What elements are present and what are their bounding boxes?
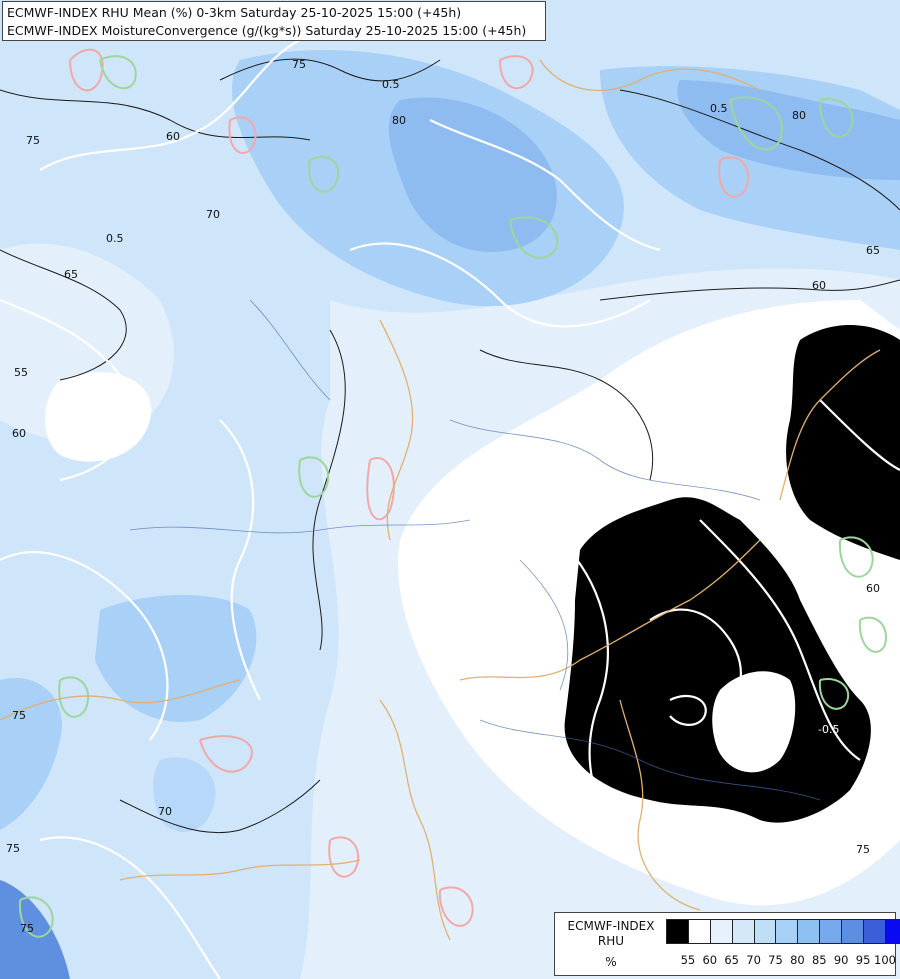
contour-label: 65: [866, 244, 880, 257]
legend-swatch: [754, 920, 777, 943]
color-legend: ECMWF-INDEX RHU % 55 60 65 70 75 80 85 90 95 100: [554, 912, 900, 976]
contour-label: 0.5: [106, 232, 124, 245]
contour-label: 65: [64, 268, 78, 281]
legend-label: ECMWF-INDEX RHU %: [559, 919, 663, 970]
legend-label-variable: RHU: [597, 934, 625, 948]
title-line-moisture-convergence: ECMWF-INDEX MoistureConvergence (g/(kg*s…: [7, 23, 527, 38]
legend-swatch: [776, 920, 799, 943]
legend-tick-label: 95: [855, 953, 871, 967]
legend-swatch: [710, 920, 733, 943]
legend-tick-label: 80: [790, 953, 805, 967]
contour-label: 75: [292, 58, 306, 71]
contour-label: 75: [26, 134, 40, 147]
legend-tick-label: 100: [874, 953, 896, 967]
contour-label: 80: [792, 109, 806, 122]
contour-label: 75: [856, 843, 870, 856]
contour-label: 80: [392, 114, 406, 127]
legend-swatch: [842, 920, 865, 943]
contour-label: 0.5: [382, 78, 400, 91]
contour-label: 75: [12, 709, 26, 722]
contour-label: 60: [166, 130, 180, 143]
legend-tick-label: 70: [746, 953, 761, 967]
legend-swatch: [667, 920, 689, 943]
legend-color-bar: [666, 919, 900, 944]
contour-label: 0.5: [710, 102, 728, 115]
contour-label: 70: [158, 805, 172, 818]
legend-swatch: [798, 920, 821, 943]
contour-label: 75: [20, 922, 34, 935]
contour-label: 55: [14, 366, 28, 379]
legend-tick-label: 75: [768, 953, 783, 967]
contour-label: -0.5: [818, 723, 839, 736]
map-title-box: ECMWF-INDEX RHU Mean (%) 0-3km Saturday …: [2, 1, 546, 41]
title-line-rhu: ECMWF-INDEX RHU Mean (%) 0-3km Saturday …: [7, 5, 462, 20]
legend-tick-label: 85: [811, 953, 827, 967]
weather-map: 75 0.5 80 60 75 70 0.5 65 60 65 80 0.5 55 60 60 -0.5 75 7…: [0, 0, 900, 979]
legend-label-source: ECMWF-INDEX: [567, 919, 655, 933]
legend-label-unit: %: [605, 955, 617, 969]
legend-swatch: [864, 920, 886, 943]
contour-label: 75: [6, 842, 20, 855]
legend-tick-label: 65: [724, 953, 740, 967]
legend-swatch: [885, 920, 900, 943]
contour-label: 60: [866, 582, 880, 595]
contour-label: 60: [12, 427, 26, 440]
legend-swatch: [820, 920, 843, 943]
legend-tick-label: 55: [680, 953, 696, 967]
legend-tick-label: 90: [833, 953, 849, 967]
legend-swatch: [732, 920, 755, 943]
contour-label: 70: [206, 208, 220, 221]
legend-swatch: [688, 920, 711, 943]
contour-label: 60: [812, 279, 826, 292]
legend-tick-label: 60: [702, 953, 718, 967]
